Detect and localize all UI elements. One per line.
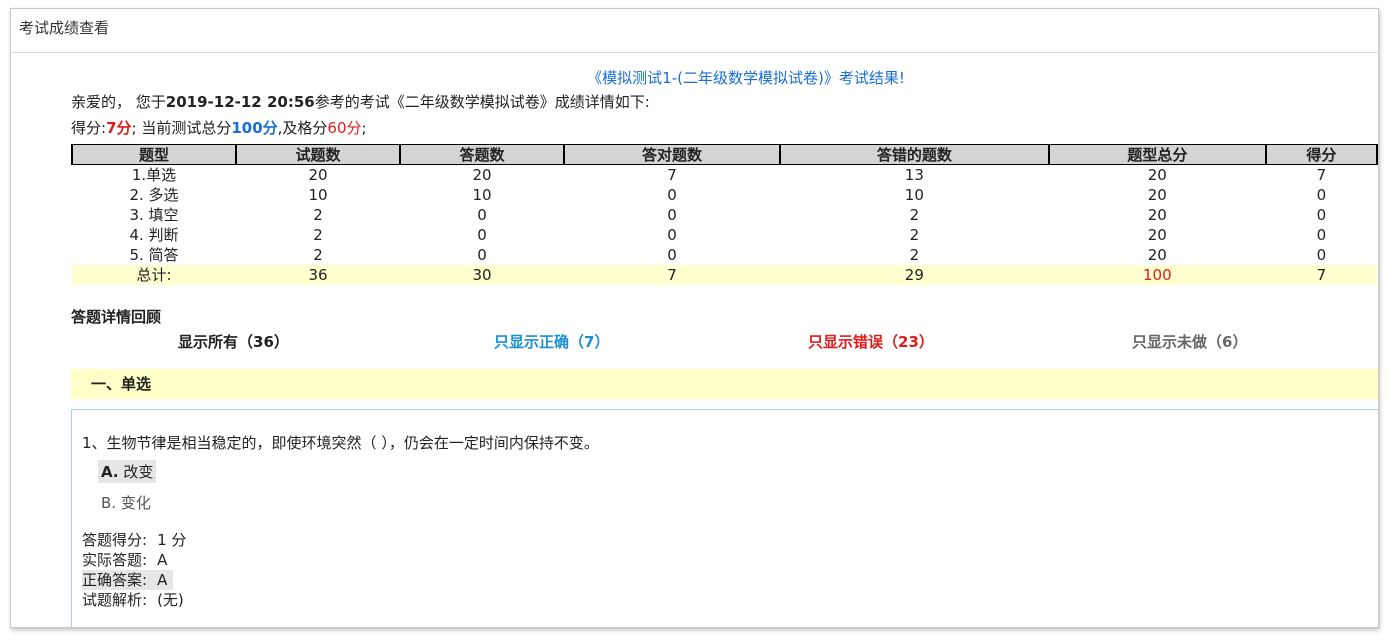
score-label: 得分:: [71, 119, 107, 137]
cell: 20: [1147, 186, 1167, 204]
cell: 7: [667, 166, 677, 184]
total-type-score: 100: [1048, 265, 1266, 285]
cell: 0: [477, 226, 487, 244]
answer-score-label: 答题得分:: [82, 531, 148, 549]
cell: 36: [236, 265, 401, 285]
cell: 0: [667, 186, 677, 204]
cell: 0: [1316, 186, 1327, 204]
cell: 20: [308, 166, 328, 184]
option-a-text: 改变: [118, 463, 154, 481]
end-punct: ;: [361, 119, 367, 137]
table-row: 4. 判断 2 0 0 2 20 0: [72, 225, 1377, 245]
review-title: 答题详情回顾: [71, 308, 162, 326]
stats-header-row: 题型 试题数 答题数 答对题数 答错的题数 题型总分 得分: [70, 144, 1378, 165]
col-header-wrong: 答错的题数: [778, 144, 1050, 165]
filter-show-wrong[interactable]: 只显示错误（23）: [808, 331, 934, 352]
cell: 0: [667, 246, 677, 264]
cell: 5. 简答: [129, 246, 179, 264]
cell: 20: [1147, 166, 1167, 184]
cell: 0: [667, 206, 677, 224]
col-header-correct: 答对题数: [563, 144, 781, 165]
cell: 29: [779, 265, 1049, 285]
pass-score-value: 60分: [327, 119, 362, 137]
cell: 7: [1316, 166, 1327, 184]
question-analysis: 试题解析: (无): [82, 590, 184, 610]
cell: 20: [1147, 226, 1167, 244]
cell: 20: [472, 166, 492, 184]
question-card: 1、生物节律是相当稳定的，即使环境突然（ ），仍会在一定时间内保持不变。 A. …: [71, 409, 1378, 627]
actual-answer-value: A: [157, 551, 168, 569]
cell: 20: [1147, 246, 1167, 264]
exam-datetime: 2019-12-12 20:56: [165, 93, 315, 111]
cell: 10: [472, 186, 492, 204]
stats-table: 题型 试题数 答题数 答对题数 答错的题数 题型总分 得分 1.单选 20 20 7 1…: [70, 144, 1378, 285]
filter-show-undone[interactable]: 只显示未做（6）: [1132, 331, 1247, 352]
correct-answer-label: 正确答案:: [82, 571, 148, 589]
cell: 0: [477, 206, 487, 224]
cell: 30: [400, 265, 565, 285]
cell: 0: [1316, 246, 1327, 264]
table-row: 3. 填空 2 0 0 2 20 0: [72, 205, 1377, 225]
col-header-score: 得分: [1264, 144, 1378, 165]
cell: 10: [904, 186, 924, 204]
cell: 20: [1147, 206, 1167, 224]
pass-label: ,及格分: [277, 119, 328, 137]
table-row: 5. 简答 2 0 0 2 20 0: [72, 245, 1377, 265]
cell: 2: [909, 226, 920, 244]
actual-answer-label: 实际答题:: [82, 551, 148, 569]
col-header-count: 试题数: [235, 144, 402, 165]
cell: 0: [667, 226, 677, 244]
result-title: 《模拟测试1-(二年级数学模拟试卷)》考试结果!: [587, 69, 905, 87]
option-b: B. 变化: [101, 494, 151, 512]
answer-score-value: 1 分: [157, 531, 187, 549]
table-row: 2. 多选 10 10 0 10 20 0: [72, 185, 1377, 205]
analysis-value: (无): [157, 591, 184, 609]
cell: 13: [904, 166, 924, 184]
actual-answer: 实际答题: A: [82, 550, 167, 570]
col-header-answered: 答题数: [399, 144, 566, 165]
table-row: 1.单选 20 20 7 13 20 7: [72, 165, 1377, 186]
correct-answer-value: A: [157, 571, 168, 589]
cell: 2. 多选: [129, 186, 179, 204]
cell: 1.单选: [131, 166, 177, 184]
intro-text: 亲爱的， 您于2019-12-12 20:56参考的考试《二年级数学模拟试卷》成…: [71, 91, 650, 112]
score-summary: 得分:7分; 当前测试总分100分,及格分60分;: [71, 117, 367, 138]
section-header-single-choice: 一、单选: [71, 369, 1378, 399]
cell: 0: [1316, 206, 1327, 224]
filter-show-all[interactable]: 显示所有（36）: [178, 331, 289, 352]
cell: 10: [308, 186, 328, 204]
score-value: 7分: [106, 119, 132, 137]
question-text: 1、生物节律是相当稳定的，即使环境突然（ ），仍会在一定时间内保持不变。: [82, 434, 599, 452]
correct-answer: 正确答案: A: [82, 570, 174, 590]
intro-prefix: 亲爱的， 您于: [71, 93, 166, 111]
cell: 2: [313, 246, 323, 264]
option-a-label: A.: [101, 463, 119, 481]
cell: 3. 填空: [129, 206, 179, 224]
score-sep: ; 当前测试总分: [131, 119, 232, 137]
cell: 0: [477, 246, 487, 264]
intro-mid: 参考的考试《二年级数学模拟试卷》成绩详情如下:: [314, 93, 650, 111]
exam-result-window: 考试成绩查看 《模拟测试1-(二年级数学模拟试卷)》考试结果! 亲爱的， 您于2…: [10, 8, 1379, 628]
cell: 7: [564, 265, 780, 285]
total-score-value: 100分: [231, 119, 278, 137]
cell: 7: [1265, 265, 1377, 285]
cell: 2: [909, 246, 920, 264]
col-header-type: 题型: [70, 144, 238, 165]
cell: 0: [1316, 226, 1327, 244]
cell: 2: [313, 206, 323, 224]
cell: 2: [313, 226, 323, 244]
answer-score: 答题得分: 1 分: [82, 530, 186, 550]
cell: 4. 判断: [129, 226, 179, 244]
table-total-row: 总计: 36 30 7 29 100 7: [72, 265, 1377, 285]
cell: 2: [909, 206, 920, 224]
window-title: 考试成绩查看: [11, 9, 1378, 53]
total-label: 总计:: [72, 265, 237, 285]
col-header-type-total: 题型总分: [1047, 144, 1267, 165]
option-a: A. 改变: [98, 460, 157, 483]
analysis-label: 试题解析:: [82, 591, 148, 609]
filter-show-correct[interactable]: 只显示正确（7）: [494, 331, 609, 352]
